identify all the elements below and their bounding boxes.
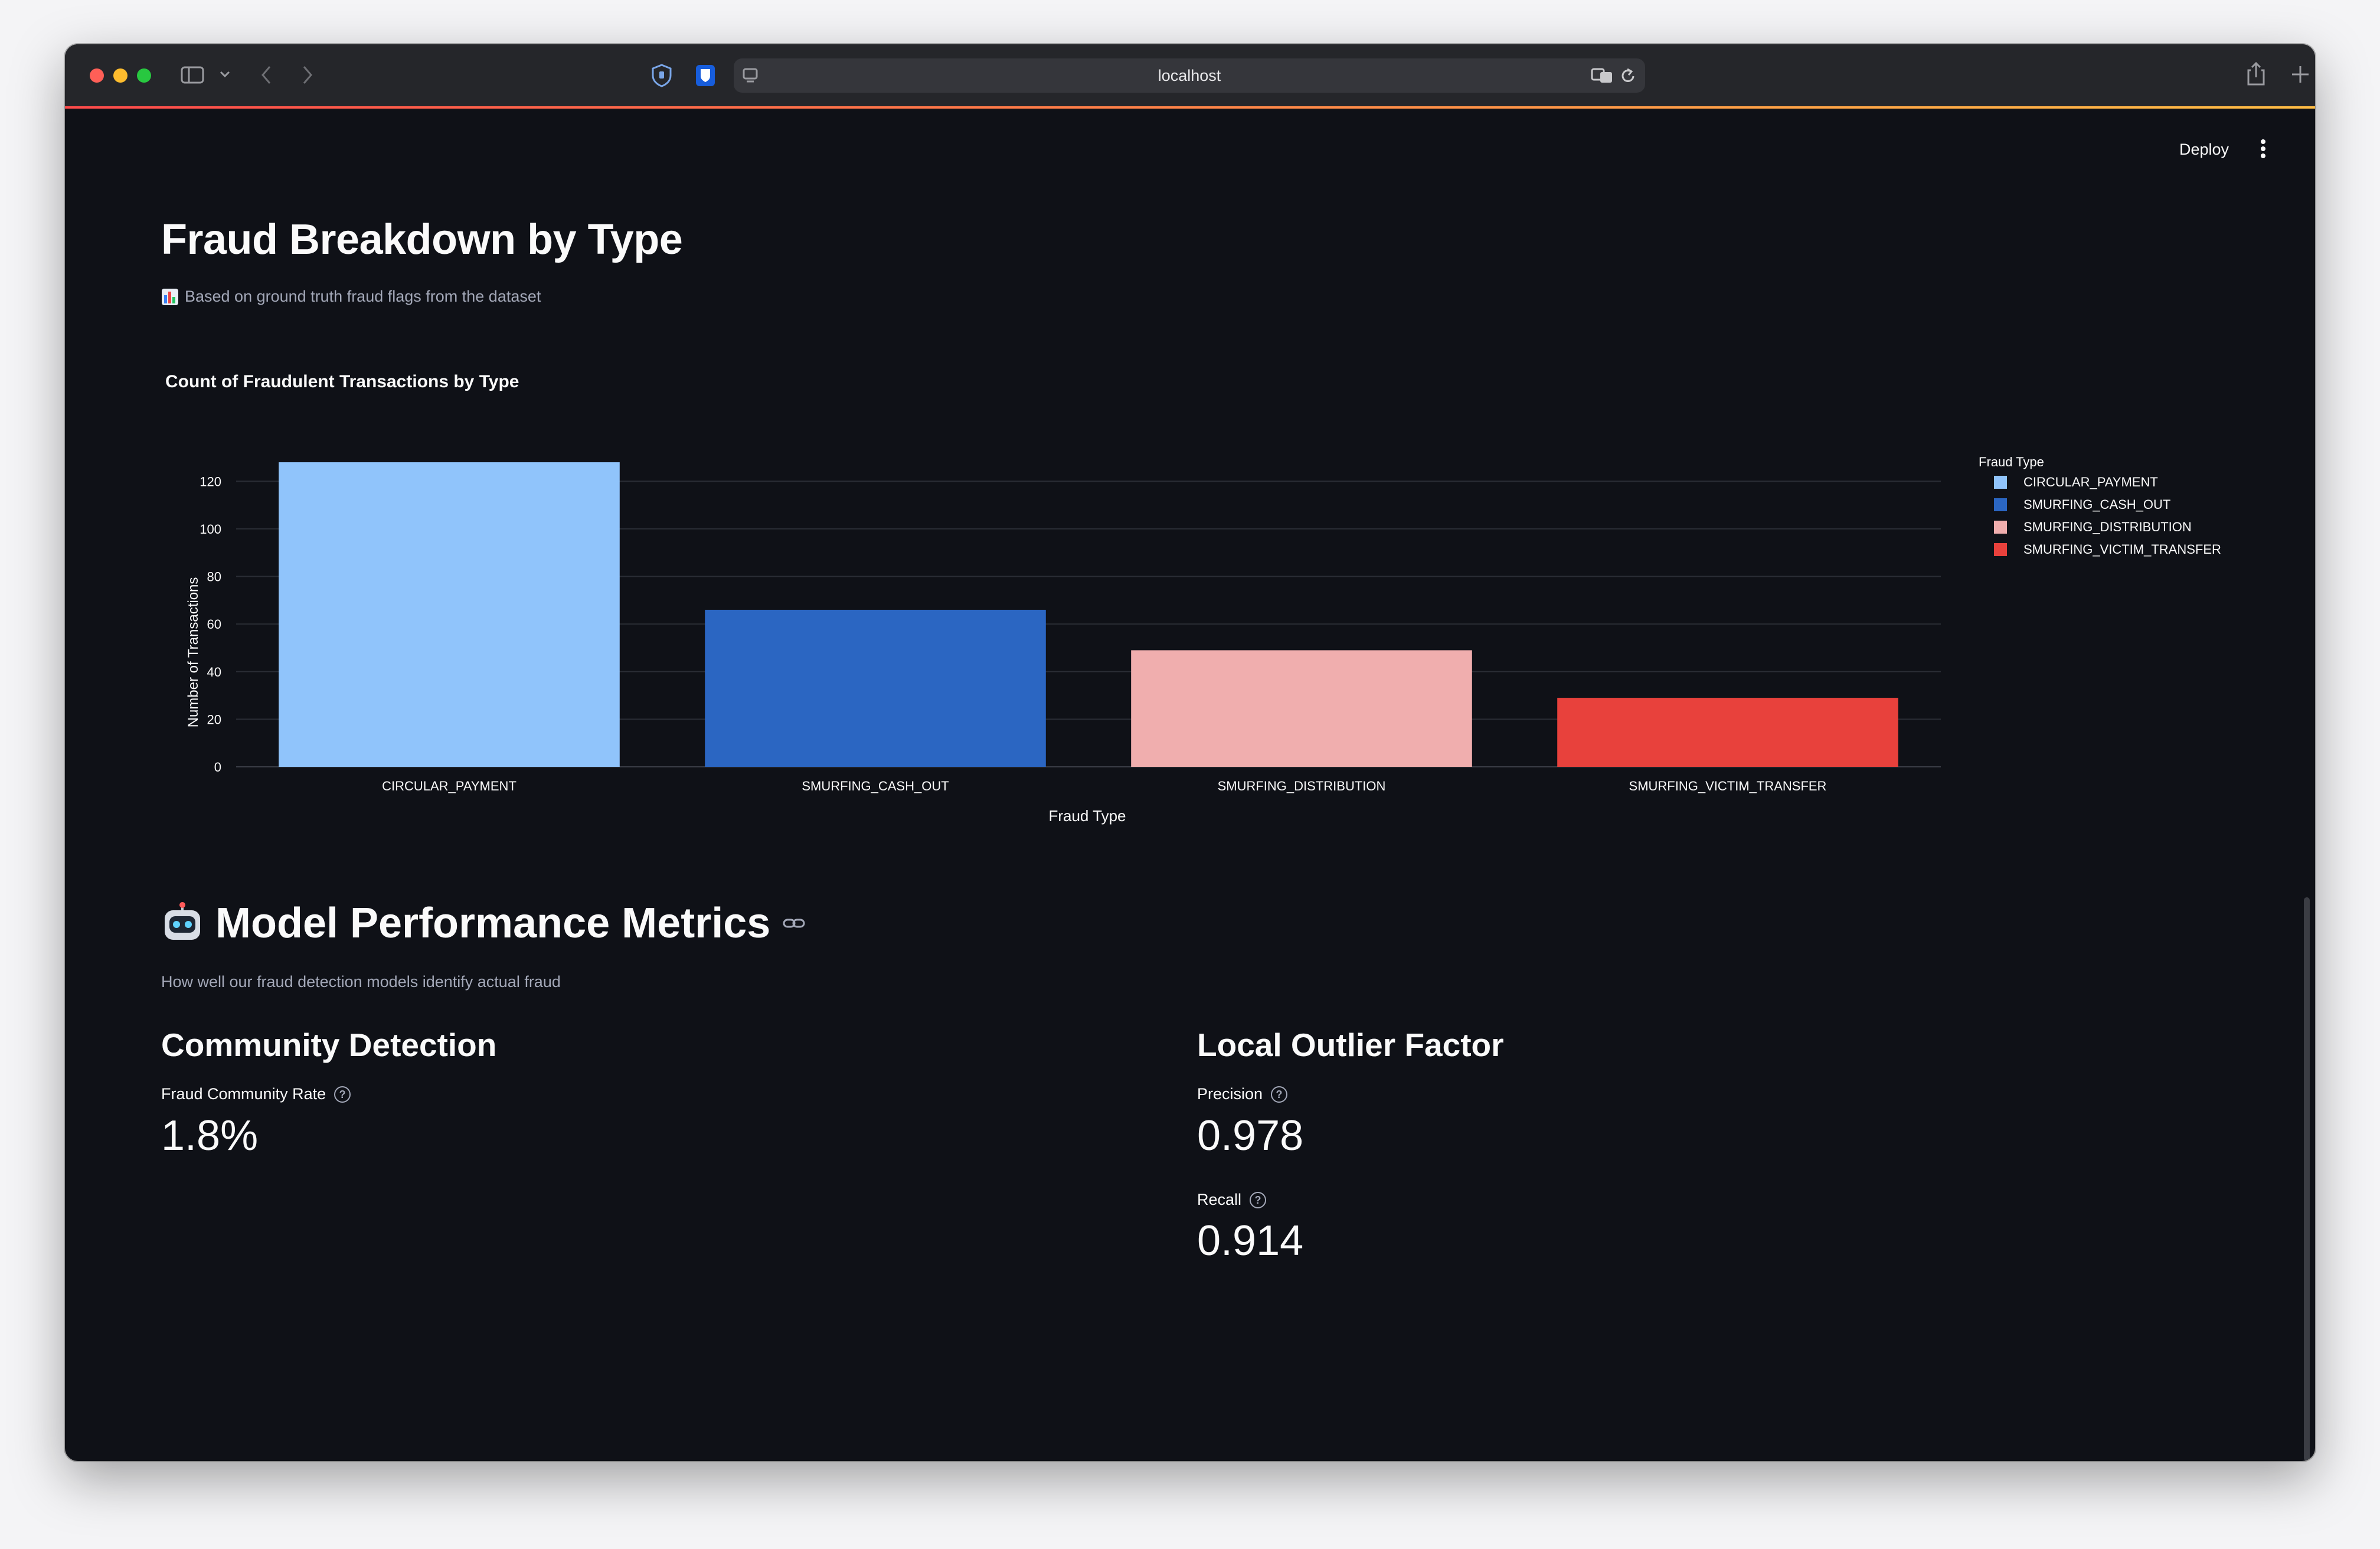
- y-tick-label: 80: [207, 570, 221, 584]
- bar-circular-payment[interactable]: [279, 462, 620, 767]
- metrics-section-subtitle: How well our fraud detection models iden…: [161, 973, 561, 991]
- bar-smurfing-victim-transfer[interactable]: [1557, 698, 1898, 767]
- browser-window: localhost Deploy Fraud Breakdown by Type…: [65, 44, 2315, 1461]
- legend-title: Fraud Type: [1979, 455, 2044, 469]
- legend-item-label[interactable]: SMURFING_VICTIM_TRANSFER: [2023, 542, 2221, 557]
- help-icon[interactable]: ?: [1250, 1191, 1267, 1208]
- y-tick-label: 20: [207, 712, 221, 727]
- local-outlier-factor-heading: Local Outlier Factor: [1197, 1027, 1504, 1063]
- legend-swatch[interactable]: [1994, 476, 2007, 489]
- community-detection-heading: Community Detection: [161, 1027, 497, 1063]
- robot-emoji-icon: [165, 902, 200, 940]
- bar-smurfing-cash-out[interactable]: [705, 609, 1046, 767]
- legend-item-label[interactable]: CIRCULAR_PAYMENT: [2023, 475, 2158, 489]
- y-tick-label: 60: [207, 617, 221, 632]
- fraud-community-rate-value: 1.8%: [161, 1112, 259, 1159]
- legend-swatch[interactable]: [1994, 543, 2007, 556]
- x-tick-label: SMURFING_CASH_OUT: [802, 779, 949, 793]
- y-tick-label: 0: [214, 760, 221, 774]
- metrics-section-header: Model Performance Metrics: [161, 899, 806, 947]
- x-tick-label: SMURFING_DISTRIBUTION: [1218, 779, 1386, 793]
- precision-label: Precision ?: [1197, 1085, 1288, 1103]
- fraud-type-bar-chart: 0 20 40 60 80 100 120 CIRCULAR_PAYMENT SMURFING…: [185, 455, 2221, 825]
- recall-value: 0.914: [1197, 1217, 1304, 1264]
- y-tick-label: 40: [207, 665, 221, 679]
- recall-label: Recall ?: [1197, 1191, 1267, 1209]
- precision-value: 0.978: [1197, 1112, 1304, 1159]
- fraud-community-rate-label: Fraud Community Rate ?: [161, 1085, 351, 1103]
- page-scrollbar[interactable]: [2304, 897, 2310, 1461]
- x-tick-label: CIRCULAR_PAYMENT: [382, 779, 516, 793]
- legend-swatch[interactable]: [1994, 521, 2007, 534]
- metrics-section-title: Model Performance Metrics: [215, 900, 771, 947]
- x-axis-label: Fraud Type: [1048, 807, 1126, 825]
- x-tick-label: SMURFING_VICTIM_TRANSFER: [1629, 779, 1827, 793]
- legend-swatch[interactable]: [1994, 498, 2007, 511]
- anchor-link-icon[interactable]: [782, 916, 806, 930]
- legend-item-label[interactable]: SMURFING_DISTRIBUTION: [2023, 519, 2192, 534]
- y-tick-label: 100: [200, 522, 221, 537]
- bar-smurfing-distribution[interactable]: [1131, 650, 1472, 767]
- y-axis-label: Number of Transactions: [185, 577, 201, 728]
- help-icon[interactable]: ?: [334, 1086, 351, 1103]
- y-tick-label: 120: [200, 474, 221, 489]
- help-icon[interactable]: ?: [1271, 1086, 1288, 1103]
- legend-item-label[interactable]: SMURFING_CASH_OUT: [2023, 497, 2170, 512]
